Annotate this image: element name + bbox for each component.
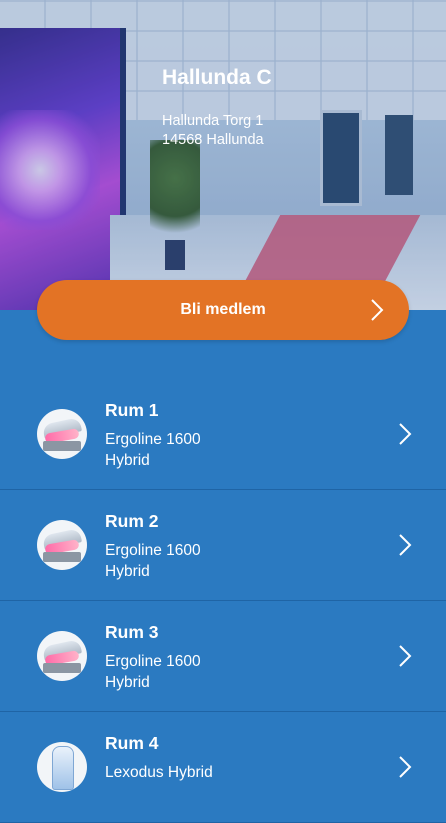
room-item-4[interactable]: Rum 4 Lexodus Hybrid — [0, 712, 446, 823]
room-name: Rum 4 — [105, 733, 159, 753]
become-member-label: Bli medlem — [180, 301, 266, 318]
address-line-1: Hallunda Torg 1 — [162, 113, 264, 129]
room-model: Ergoline 1600 Hybrid — [105, 653, 201, 691]
room-item-2[interactable]: Rum 2 Ergoline 1600 Hybrid — [0, 490, 446, 601]
become-member-button[interactable]: Bli medlem — [37, 280, 409, 340]
chevron-right-icon — [371, 299, 384, 321]
room-model: Lexodus Hybrid — [105, 764, 213, 781]
chevron-right-icon — [399, 645, 412, 667]
room-name: Rum 3 — [105, 622, 159, 642]
room-list: Rum 1 Ergoline 1600 Hybrid Rum 2 Ergolin… — [0, 379, 446, 823]
tanning-bed-icon — [37, 409, 87, 459]
chevron-right-icon — [399, 534, 412, 556]
tanning-bed-icon — [37, 520, 87, 570]
salon-address: Hallunda Torg 1 14568 Hallunda — [162, 112, 264, 150]
room-model: Ergoline 1600 Hybrid — [105, 542, 201, 580]
room-name: Rum 2 — [105, 511, 159, 531]
hero-banner: Hallunda C Hallunda Torg 1 14568 Hallund… — [0, 0, 446, 310]
room-name: Rum 1 — [105, 400, 159, 420]
standing-tanner-icon — [37, 742, 87, 792]
tanning-bed-icon — [37, 631, 87, 681]
room-item-3[interactable]: Rum 3 Ergoline 1600 Hybrid — [0, 601, 446, 712]
salon-title: Hallunda C — [162, 66, 272, 89]
chevron-right-icon — [399, 756, 412, 778]
address-line-2: 14568 Hallunda — [162, 132, 264, 148]
room-item-1[interactable]: Rum 1 Ergoline 1600 Hybrid — [0, 379, 446, 490]
room-model: Ergoline 1600 Hybrid — [105, 431, 201, 469]
chevron-right-icon — [399, 423, 412, 445]
